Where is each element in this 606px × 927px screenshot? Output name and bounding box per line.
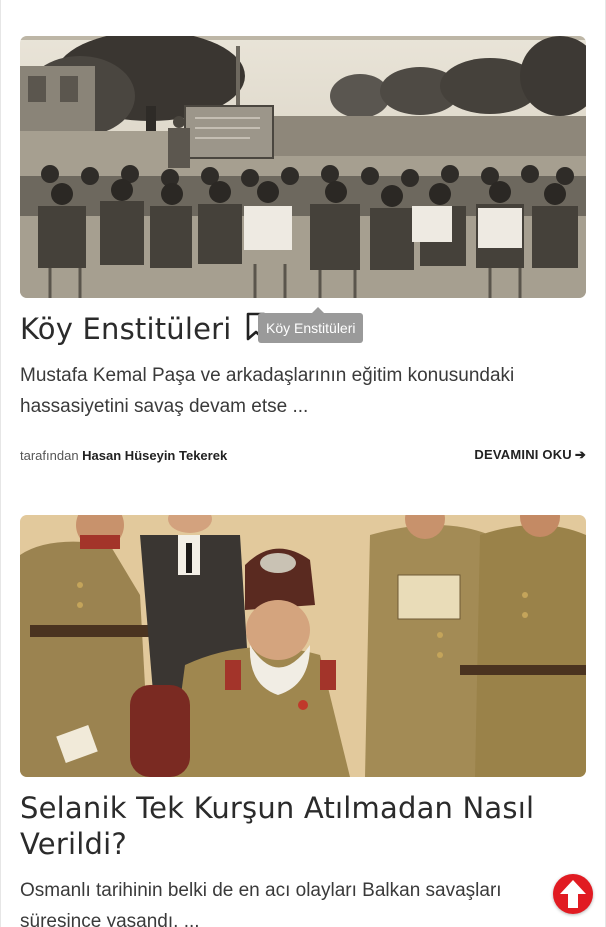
byline: tarafından Hasan Hüseyin Tekerek <box>20 448 227 463</box>
article-card: Köy Enstitüleri Köy Enstitüleri Mustafa … <box>20 36 586 463</box>
tooltip: Köy Enstitüleri <box>258 307 364 343</box>
article-illustration <box>20 515 586 777</box>
arrow-right-icon: ➔ <box>574 447 586 462</box>
article-image-link[interactable] <box>20 515 586 777</box>
article-title[interactable]: Selanik Tek Kurşun Atılmadan Nasıl Veril… <box>20 790 586 862</box>
article-card: Selanik Tek Kurşun Atılmadan Nasıl Veril… <box>20 515 586 927</box>
article-photo <box>20 36 586 298</box>
read-more-link[interactable]: DEVAMINI OKU ➔ <box>474 447 586 463</box>
article-excerpt: Mustafa Kemal Paşa ve arkadaşlarının eği… <box>20 365 515 417</box>
article-title-row: Köy Enstitüleri Köy Enstitüleri <box>20 307 586 347</box>
arrow-up-icon <box>560 880 586 908</box>
article-title[interactable]: Köy Enstitüleri <box>20 311 232 347</box>
author-link[interactable]: Hasan Hüseyin Tekerek <box>82 448 227 463</box>
read-more-label: DEVAMINI OKU <box>474 447 572 462</box>
scroll-top-button[interactable] <box>553 874 593 914</box>
article-excerpt: Osmanlı tarihinin belki de en acı olayla… <box>20 880 502 927</box>
article-image-link[interactable] <box>20 36 586 298</box>
byline-label: tarafından <box>20 447 79 463</box>
article-meta: tarafından Hasan Hüseyin Tekerek DEVAMIN… <box>20 447 586 463</box>
